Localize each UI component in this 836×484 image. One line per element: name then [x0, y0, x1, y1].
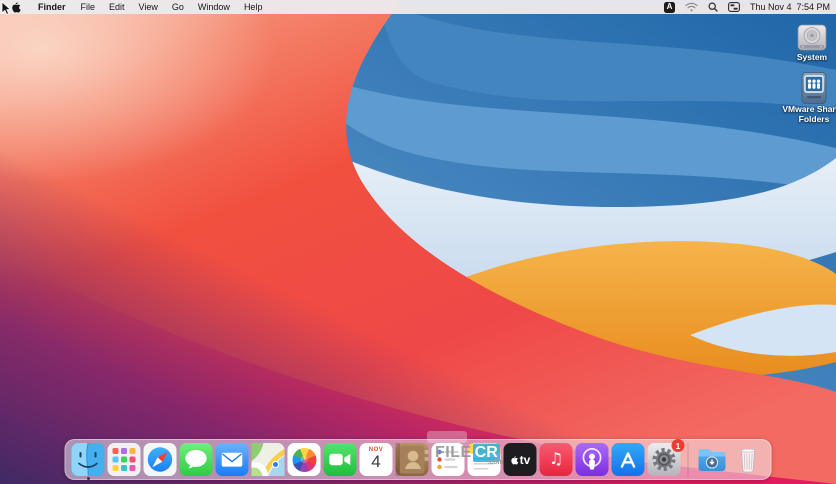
apple-menu-icon[interactable] [10, 1, 21, 13]
desktop-icon-vmware-shared-folders[interactable]: VMware Shared Folders [782, 72, 836, 125]
menu-item-help[interactable]: Help [237, 0, 270, 14]
menu-item-edit[interactable]: Edit [102, 0, 132, 14]
dock-icon-notes[interactable] [467, 443, 501, 476]
desktop-wallpaper [0, 0, 836, 484]
photos-pinwheel [292, 447, 316, 472]
dock-icon-downloads-folder[interactable] [696, 443, 729, 476]
wifi-icon[interactable] [685, 2, 698, 12]
desktop-icon-label: System [796, 52, 828, 62]
notification-badge: 1 [671, 439, 685, 452]
dock-icon-app-store[interactable] [611, 443, 645, 476]
dock-icon-trash[interactable] [732, 443, 765, 476]
network-drive-icon [782, 72, 836, 104]
dock-icon-calendar[interactable]: NOV 4 [359, 443, 393, 476]
desktop-icon-system[interactable]: System [780, 24, 836, 63]
dock: NOV 4 tv ♫ 1 [64, 439, 772, 480]
dock-icon-podcasts[interactable] [575, 443, 609, 476]
dock-icon-photos[interactable] [287, 443, 321, 476]
desktop-icon-label: VMware Shared Folders [782, 104, 836, 124]
control-center-icon[interactable] [728, 2, 740, 12]
dock-icon-reminders[interactable] [431, 443, 465, 476]
tv-label: tv [519, 452, 531, 467]
calendar-day: 4 [371, 451, 381, 471]
internal-drive-icon [780, 24, 836, 52]
menu-item-go[interactable]: Go [165, 0, 191, 14]
dock-icon-tv[interactable]: tv [503, 443, 537, 476]
dock-icon-launchpad[interactable] [107, 443, 141, 476]
running-indicator [86, 477, 90, 480]
apple-logo-small [511, 455, 519, 464]
menu-item-finder[interactable]: Finder [30, 0, 74, 14]
dock-icon-messages[interactable] [179, 443, 213, 476]
dock-icon-system-preferences[interactable]: 1 [647, 439, 685, 476]
dock-icon-facetime[interactable] [323, 443, 357, 476]
dock-icon-safari[interactable] [143, 443, 177, 476]
dock-icon-finder[interactable] [71, 443, 105, 480]
menu-bar-clock[interactable]: Thu Nov 4 7:54 PM [750, 2, 830, 12]
menu-item-view[interactable]: View [132, 0, 165, 14]
dock-separator [687, 442, 689, 477]
dock-icon-contacts[interactable] [395, 443, 429, 476]
dock-icon-maps[interactable] [251, 443, 285, 476]
menu-item-file[interactable]: File [74, 0, 103, 14]
dock-icon-music[interactable]: ♫ [539, 443, 573, 476]
spotlight-search-icon[interactable] [708, 2, 718, 12]
input-source-icon[interactable]: A [663, 1, 675, 13]
menu-bar: Finder File Edit View Go Window Help A T… [0, 0, 836, 14]
menu-item-window[interactable]: Window [191, 0, 237, 14]
dock-icon-mail[interactable] [215, 443, 249, 476]
music-note-icon: ♫ [548, 448, 564, 468]
